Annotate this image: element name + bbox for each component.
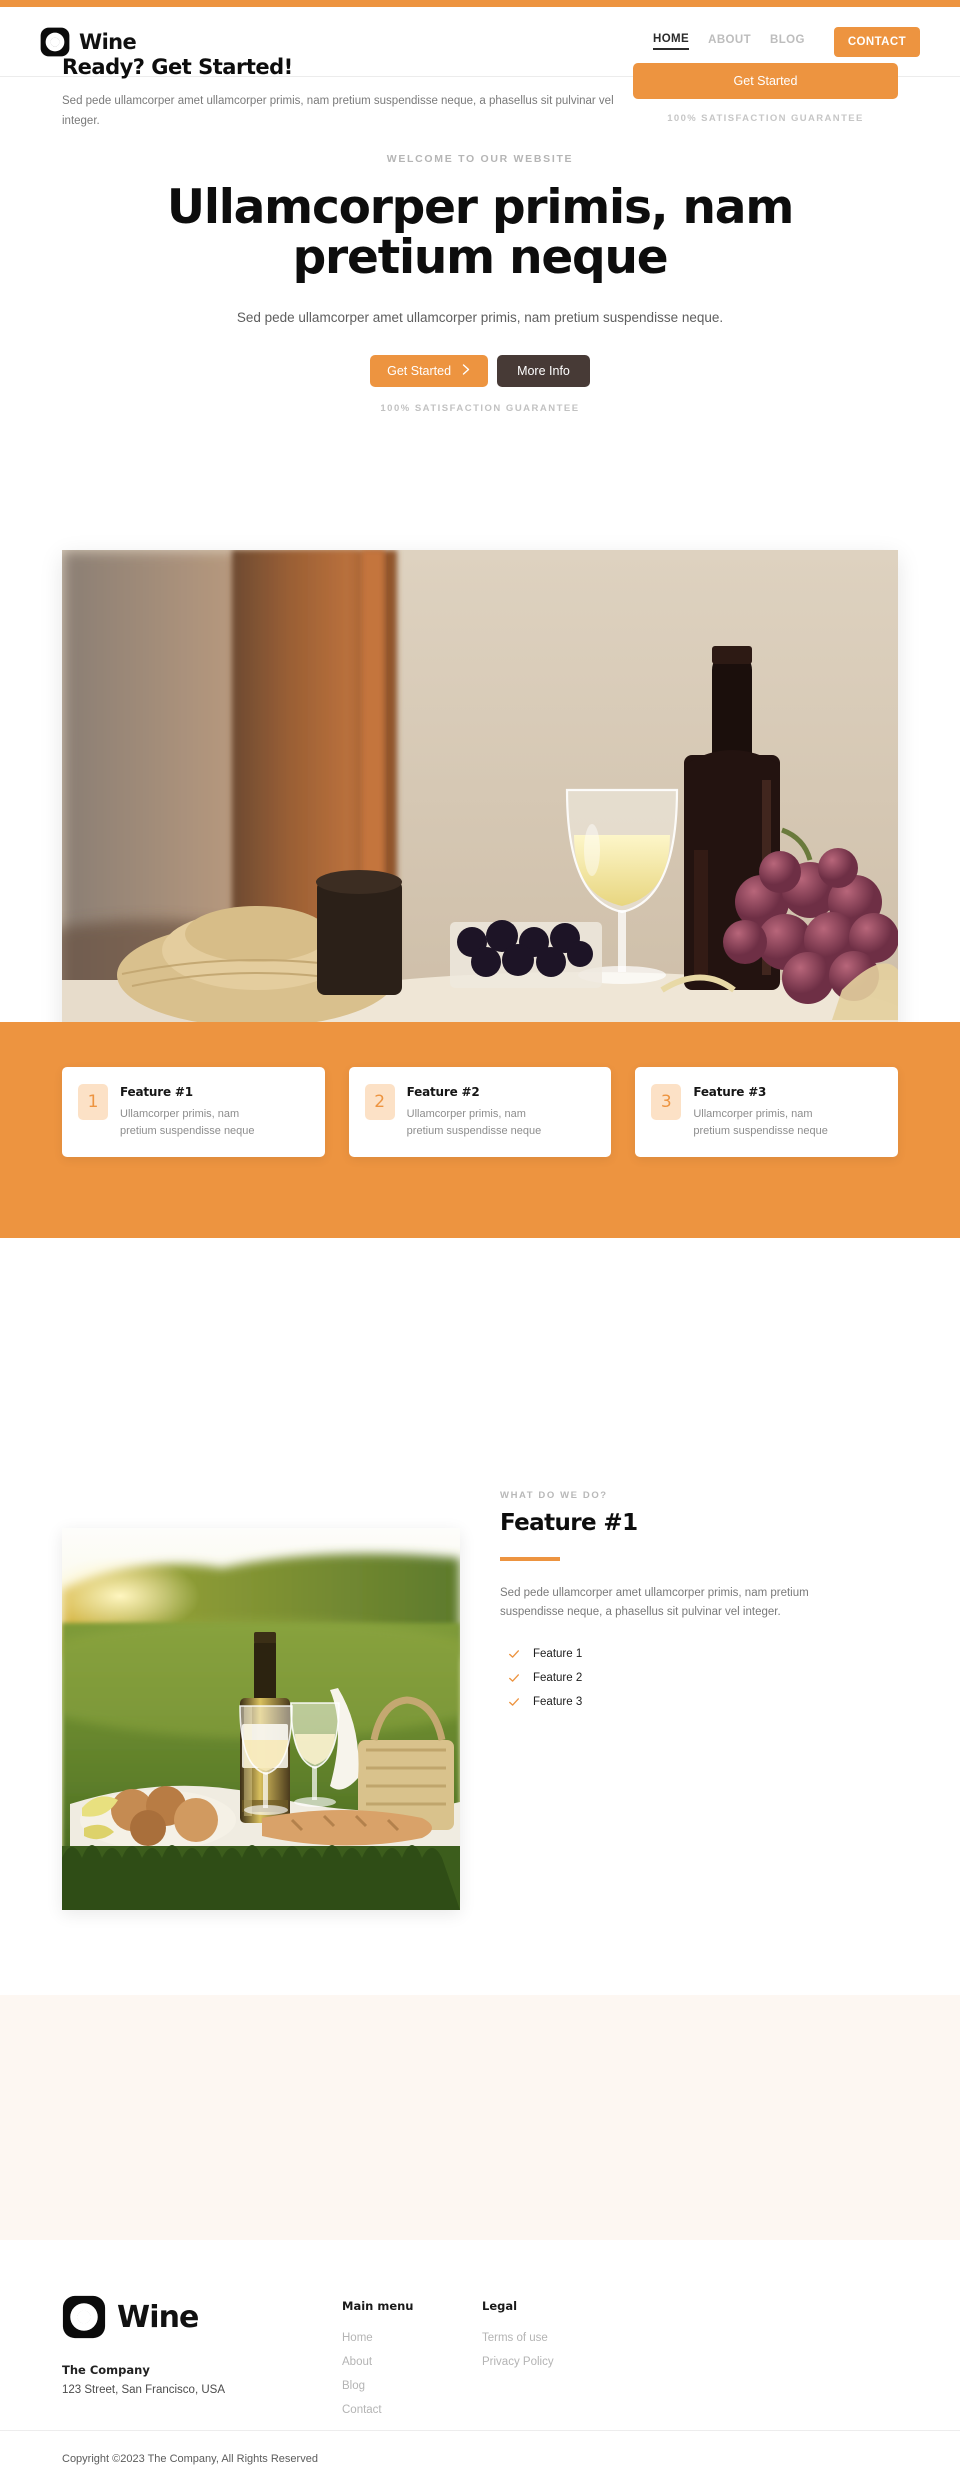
- hero-title: Ullamcorper primis, nam pretium neque: [166, 180, 794, 286]
- site-footer: Wine The Company 123 Street, San Francis…: [0, 2240, 960, 2485]
- feature-card[interactable]: 2 Feature #2 Ullamcorper primis, nam pre…: [348, 1067, 612, 1158]
- hero-eyebrow: WELCOME TO OUR WEBSITE: [386, 153, 574, 165]
- cta-section: [0, 1995, 960, 2240]
- feature-number-badge: 2: [364, 1084, 395, 1120]
- nav-item-about[interactable]: ABOUT: [708, 34, 751, 49]
- footer-column-main-menu: Main menu Home About Blog Contact: [342, 2295, 482, 2422]
- cta-content: Ready? Get Started! Sed pede ullamcorper…: [62, 55, 898, 131]
- cta-title: Ready? Get Started!: [62, 55, 293, 79]
- feature-card-description: Ullamcorper primis, nam pretium suspendi…: [120, 1108, 255, 1138]
- copyright-text: Copyright ©2023 The Company, All Rights …: [62, 2453, 318, 2465]
- feature-card-title: Feature #2: [406, 1085, 480, 1099]
- feature-number-badge: 1: [78, 1084, 108, 1120]
- cta-description: Sed pede ullamcorper amet ullamcorper pr…: [62, 95, 614, 127]
- hero-actions: Get Started More Info: [0, 354, 960, 387]
- footer-link-blog[interactable]: Blog: [342, 2374, 482, 2398]
- top-accent-strip: [0, 0, 960, 7]
- check-icon: [508, 1672, 520, 1684]
- footer-link-contact[interactable]: Contact: [342, 2398, 482, 2422]
- cta-get-started-button[interactable]: Get Started: [633, 63, 898, 99]
- footer-column-title: Main menu: [342, 2299, 414, 2313]
- brand-name: Wine: [79, 29, 137, 54]
- main-navigation: HOME ABOUT BLOG CONTACT: [653, 26, 920, 57]
- about-section: WHAT DO WE DO? Feature #1 Sed pede ullam…: [500, 1490, 880, 1714]
- checklist-label: Feature 2: [533, 1671, 583, 1684]
- footer-divider: [0, 2430, 960, 2431]
- wine-logo-icon: [40, 27, 70, 57]
- footer-address: 123 Street, San Francisco, USA: [62, 2384, 225, 2396]
- checklist-label: Feature 3: [533, 1695, 583, 1708]
- feature-cards-row: 1 Feature #1 Ullamcorper primis, nam pre…: [62, 1067, 899, 1158]
- footer-column-legal: Legal Terms of use Privacy Policy: [482, 2295, 662, 2422]
- chevron-right-icon: [462, 363, 471, 378]
- hero-guarantee-text: 100% SATISFACTION GUARANTEE: [380, 402, 580, 414]
- accent-bar: [500, 1557, 560, 1561]
- hero-image: [62, 550, 898, 1050]
- about-image: [62, 1528, 460, 1910]
- check-icon: [508, 1696, 520, 1708]
- cta-guarantee-text: 100% SATISFACTION GUARANTEE: [667, 113, 864, 124]
- footer-logo[interactable]: Wine: [62, 2295, 342, 2339]
- hero-get-started-button[interactable]: Get Started: [370, 354, 489, 387]
- feature-number-badge: 3: [651, 1084, 682, 1120]
- footer-brand-name: Wine: [117, 2299, 199, 2335]
- nav-item-blog[interactable]: BLOG: [770, 34, 805, 49]
- footer-link-about[interactable]: About: [342, 2350, 482, 2374]
- footer-link-privacy[interactable]: Privacy Policy: [482, 2350, 662, 2374]
- hero-get-started-label: Get Started: [387, 363, 452, 378]
- about-description: Sed pede ullamcorper amet ullamcorper pr…: [500, 1587, 809, 1618]
- checklist-item: Feature 2: [500, 1666, 880, 1690]
- checklist-item: Feature 1: [500, 1642, 880, 1666]
- about-eyebrow: WHAT DO WE DO?: [500, 1490, 608, 1501]
- feature-card-description: Ullamcorper primis, nam pretium suspendi…: [693, 1108, 828, 1138]
- feature-card-title: Feature #3: [693, 1085, 767, 1099]
- nav-item-home[interactable]: HOME: [653, 33, 690, 50]
- feature-card-description: Ullamcorper primis, nam pretium suspendi…: [406, 1108, 542, 1138]
- footer-company-name: The Company: [62, 2363, 150, 2377]
- wine-logo-icon: [62, 2295, 106, 2339]
- footer-link-terms[interactable]: Terms of use: [482, 2326, 662, 2350]
- checklist-label: Feature 1: [533, 1647, 583, 1660]
- footer-column-title: Legal: [482, 2299, 518, 2313]
- hero-more-info-button[interactable]: More Info: [497, 354, 590, 387]
- check-icon: [508, 1648, 520, 1660]
- landing-page: Wine HOME ABOUT BLOG CONTACT WELCOME TO …: [0, 0, 960, 2485]
- contact-button[interactable]: CONTACT: [833, 26, 920, 57]
- footer-link-home[interactable]: Home: [342, 2326, 482, 2350]
- brand-logo[interactable]: Wine: [40, 27, 137, 57]
- feature-card-title: Feature #1: [120, 1085, 193, 1099]
- about-title: Feature #1: [500, 1510, 638, 1536]
- about-checklist: Feature 1 Feature 2 Feature 3: [500, 1642, 880, 1714]
- feature-card[interactable]: 3 Feature #3 Ullamcorper primis, nam pre…: [635, 1067, 899, 1158]
- feature-card[interactable]: 1 Feature #1 Ullamcorper primis, nam pre…: [62, 1067, 325, 1158]
- footer-brand: Wine The Company 123 Street, San Francis…: [62, 2295, 342, 2422]
- hero-subtitle: Sed pede ullamcorper amet ullamcorper pr…: [236, 309, 724, 325]
- checklist-item: Feature 3: [500, 1690, 880, 1714]
